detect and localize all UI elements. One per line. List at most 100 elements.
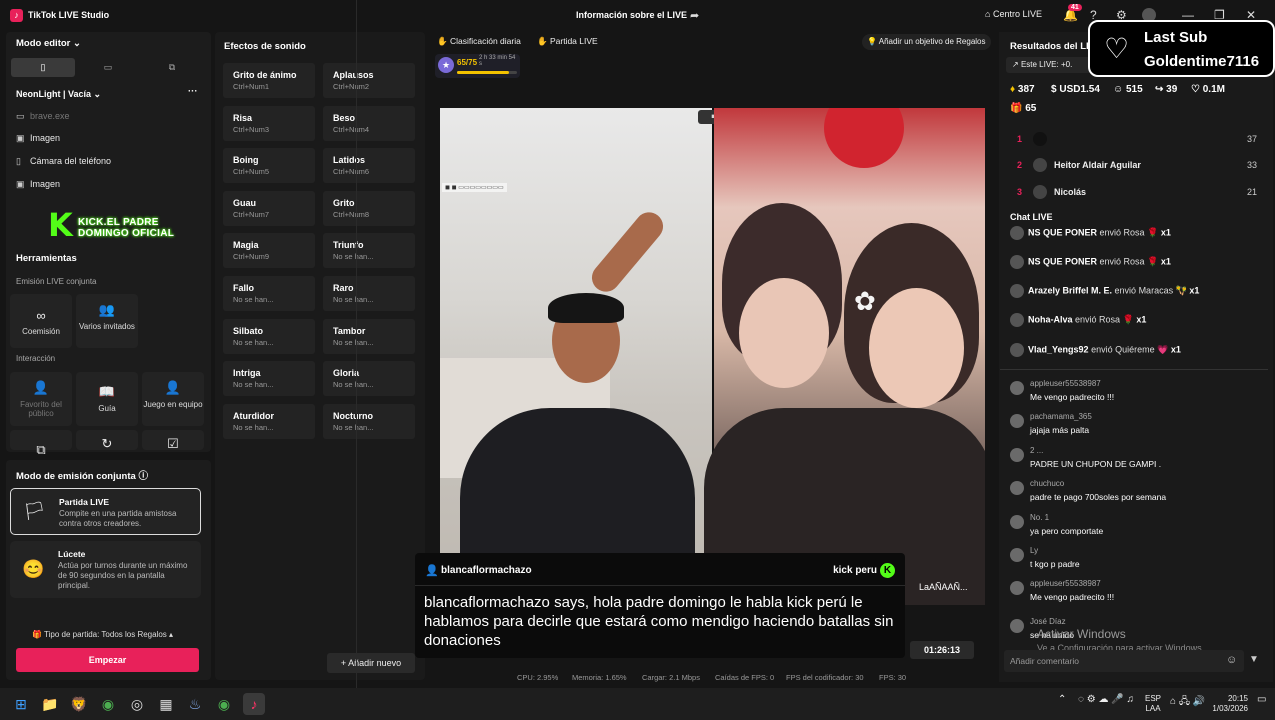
chat-username: No. 1 (1030, 513, 1050, 522)
chat-input[interactable]: Añadir comentario (1004, 650, 1244, 672)
daily-rank-pill[interactable]: ✋ Clasificación diaria (437, 34, 521, 48)
team-game-button[interactable]: 👤 Juego en equipo (142, 372, 204, 426)
last-sub-title: Last Sub (1144, 29, 1208, 46)
metric-viewers: ☺ 515 (1113, 84, 1143, 95)
avatar (1010, 343, 1024, 357)
sound-hotkey: Ctrl+Num9 (233, 252, 270, 262)
guide-button[interactable]: 📖 Guía (76, 372, 138, 426)
tab-portrait[interactable]: ▯ (11, 58, 75, 77)
sound-button[interactable]: Grito Ctrl+Num8 (323, 190, 415, 226)
chat-message[interactable]: pachamama_365 jajaja más palta (1010, 412, 1260, 442)
sound-button[interactable]: Guau Ctrl+Num7 (223, 190, 315, 226)
source-item[interactable]: ▯ Cámara del teléfono (16, 156, 111, 167)
more-icon[interactable]: ··· (188, 86, 198, 97)
sound-button[interactable]: Fallo No se han... (223, 276, 315, 311)
this-live-stat[interactable]: ↗ Este LIVE: +0. (1006, 57, 1092, 73)
live-center-button[interactable]: ⌂ Centro LIVE (985, 9, 1042, 19)
chrome-icon[interactable]: ◉ (213, 693, 235, 715)
clock[interactable]: 20:15 1/03/2026 (1208, 694, 1248, 714)
chat-title: Chat LIVE (1010, 212, 1053, 222)
brave-icon[interactable]: 🦁 (68, 693, 90, 715)
filter-icon[interactable]: ▼ (1249, 654, 1259, 665)
chat-message[interactable]: No. 1 ya pero comportate (1010, 513, 1260, 543)
add-sound-button[interactable]: + Añadir nuevo (327, 653, 415, 673)
tool-tile[interactable]: ↻ (76, 430, 138, 451)
gift-qty: x1 (1136, 314, 1147, 325)
link-icon: ∞ (36, 308, 46, 323)
metric-shares: ↪ 39 (1155, 84, 1178, 95)
favorite-public-button[interactable]: 👤 Favorito del público (10, 372, 72, 426)
source-item[interactable]: ▣ Imagen (16, 179, 60, 190)
ranking-row[interactable]: 3 Nicolás 21 (1017, 185, 1257, 201)
sound-button[interactable]: Raro No se han... (323, 276, 415, 311)
source-item[interactable]: ▭ brave.exe (16, 111, 70, 122)
sound-button[interactable]: Tambor No se han... (323, 318, 415, 354)
sound-button[interactable]: Aplausos Ctrl+Num2 (323, 63, 415, 98)
gift-goal-button[interactable]: 💡 Añadir un objetivo de Regalos (862, 34, 991, 50)
obs-icon[interactable]: ◎ (126, 693, 148, 715)
avatar (1033, 185, 1047, 199)
sound-button[interactable]: Grito de ánimo Ctrl+Num1 (223, 63, 315, 98)
gift-icon: 🌹 (1147, 227, 1159, 238)
notification-icon[interactable]: ▭ (1257, 694, 1266, 705)
scene-dropdown[interactable]: NeonLight | Vacía ⌄ (16, 89, 101, 100)
sound-button[interactable]: Silbato No se han... (223, 318, 315, 354)
tab-dual[interactable]: ⧉ (140, 58, 204, 77)
source-item[interactable]: ▣ Imagen (16, 133, 60, 144)
card-title: Partida LIVE (59, 497, 110, 507)
sound-button[interactable]: Risa Ctrl+Num3 (223, 105, 315, 141)
gift-user: NS QUE PONER (1028, 256, 1098, 267)
stat-memory: Memoria: 1.65% (572, 673, 627, 682)
emoji-icon[interactable]: ☺ (1226, 654, 1237, 666)
sound-button[interactable]: Latidos Ctrl+Num6 (323, 148, 415, 184)
tab-landscape[interactable]: ▭ (76, 58, 140, 77)
multi-guest-button[interactable]: 👥 Varios invitados (76, 294, 138, 348)
chat-message[interactable]: appleuser55538987 Me vengo padrecito !!! (1010, 379, 1260, 409)
share-icon[interactable]: ➦ (690, 9, 699, 22)
sound-button[interactable]: Intriga No se han... (223, 361, 315, 397)
coemission-button[interactable]: ∞ Coemisión (10, 294, 72, 348)
language-indicator[interactable]: ESP LAA (1145, 694, 1161, 714)
tray-apps-icon[interactable]: ◌ ⚙ ☁ 🎤 ♫ (1078, 694, 1134, 705)
ranking-row[interactable]: 2 Heitor Aldair Aguilar 33 (1017, 158, 1257, 174)
chat-message[interactable]: appleuser55538987 Me vengo padrecito !!! (1010, 579, 1260, 609)
avatar (1033, 158, 1047, 172)
tool-tile[interactable]: ☑ (142, 430, 204, 451)
network-volume-icon[interactable]: ⌂ 🖧 🔊 (1170, 694, 1205, 711)
avatar (1010, 619, 1024, 633)
live-match-pill[interactable]: ✋ Partida LIVE (537, 34, 598, 48)
diamond-icon: ♦ (1010, 84, 1016, 95)
sound-button[interactable]: Boing Ctrl+Num5 (223, 148, 315, 184)
folder-icon[interactable]: 📁 (39, 693, 61, 715)
chat-message[interactable]: chuchuco padre te pago 700soles por seman… (1010, 479, 1260, 509)
sound-button[interactable]: Beso Ctrl+Num4 (323, 105, 415, 141)
chat-text: ya pero comportate (1030, 526, 1104, 536)
editor-mode-dropdown[interactable]: Modo editor ⌄ (16, 38, 81, 49)
sound-button[interactable]: Triunfo No se han... (323, 233, 415, 269)
live-info-title[interactable]: Información sobre el LIVE (576, 10, 687, 20)
steam-icon[interactable]: ♨ (184, 693, 206, 715)
tray-chevron-icon[interactable]: ⌃ (1058, 694, 1066, 705)
person-face (869, 288, 964, 408)
card-live-match[interactable]: 🏳 Partida LIVE Compite en una partida am… (10, 488, 201, 535)
calendar-icon[interactable]: ▦ (155, 693, 177, 715)
start-button[interactable]: Empezar (16, 648, 199, 672)
sound-button[interactable]: Magia Ctrl+Num9 (223, 233, 315, 269)
sound-button[interactable]: Gloria No se han... (323, 361, 415, 397)
ranking-row[interactable]: 1 37 (1017, 132, 1257, 148)
windows-start-icon[interactable]: ⊞ (10, 693, 32, 715)
match-type-dropdown[interactable]: 🎁 Tipo de partida: Todos los Regalos ▴ (32, 630, 173, 639)
chat-message[interactable]: Ly t kgo p padre (1010, 546, 1260, 576)
help-icon[interactable]: ⓘ (138, 471, 148, 482)
sound-hotkey: No se han... (233, 422, 274, 432)
chat-message[interactable]: 2 ... PADRE UN CHUPON DE GAMPI . (1010, 446, 1260, 476)
tiktok-studio-icon[interactable]: ♪ (243, 693, 265, 715)
sound-button[interactable]: Nocturno No se han... (323, 403, 415, 439)
chrome-icon[interactable]: ◉ (97, 693, 119, 715)
sound-button[interactable]: Aturdidor No se han... (223, 403, 315, 439)
tool-tile[interactable]: ⧉ (10, 430, 72, 457)
card-spotlight[interactable]: 😊 Lúcete Actúa por turnos durante un máx… (10, 541, 201, 598)
gift-user: Arazely Briffel M. E. (1028, 285, 1113, 296)
bulb-icon: 💡 (867, 37, 877, 46)
tiktok-logo-icon: ♪ (10, 9, 23, 22)
